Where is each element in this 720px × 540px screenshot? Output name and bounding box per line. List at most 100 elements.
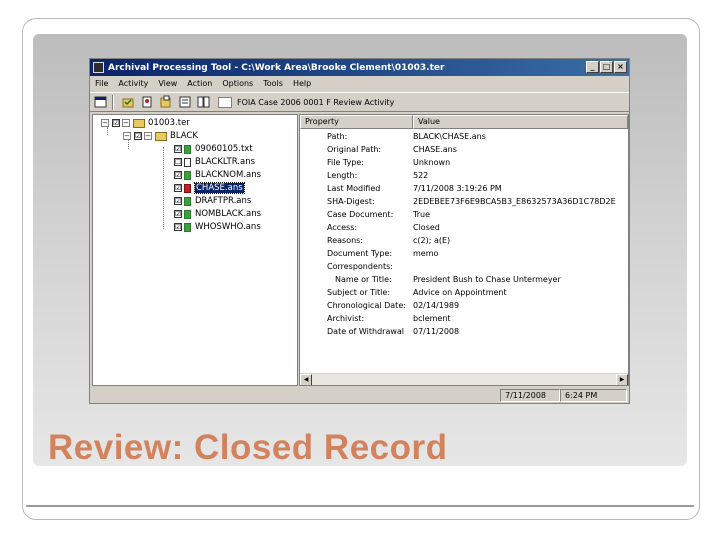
- property-value: 2EDEBEE73F6E9BCA5B3_E8632573A36D1C78D2E: [413, 197, 616, 206]
- property-value: Advice on Appointment: [413, 288, 507, 297]
- tree-file[interactable]: ☑ NOMBLACK.ans: [174, 208, 261, 220]
- properties-pane: Property Value Path: BLACK\CHASE.ans Orig…: [299, 114, 629, 386]
- checkbox[interactable]: ☑: [134, 132, 142, 140]
- tree-file[interactable]: ☑ DRAFTPR.ans: [174, 195, 251, 207]
- checkbox[interactable]: ☑: [174, 145, 182, 153]
- horizontal-scrollbar[interactable]: ◀ ▶: [300, 373, 628, 385]
- property-key: SHA-Digest:: [327, 197, 375, 206]
- tag-tool-button[interactable]: [158, 94, 174, 110]
- checkbox[interactable]: ☐: [174, 158, 182, 166]
- window-controls: _ □ ×: [586, 61, 627, 73]
- property-value: memo: [413, 249, 439, 258]
- checkbox[interactable]: ☑: [174, 210, 182, 218]
- property-key: File Type:: [327, 158, 364, 167]
- checkbox[interactable]: ☑: [112, 119, 120, 127]
- property-value: Unknown: [413, 158, 451, 167]
- status-bar: 7/11/2008 6:24 PM: [90, 387, 629, 403]
- checkbox[interactable]: ☑: [174, 171, 182, 179]
- property-row: Chronological Date: 02/14/1989: [300, 301, 628, 314]
- status-date: 7/11/2008: [500, 388, 560, 402]
- document-icon: [184, 196, 191, 206]
- scroll-left-icon[interactable]: ◀: [300, 373, 312, 385]
- folder-icon: [133, 118, 145, 128]
- properties-tool-button[interactable]: [93, 94, 109, 110]
- case-field: FOIA Case 2006 0001 F Review Activity: [218, 95, 428, 109]
- property-key: Date of Withdrawal: [327, 327, 405, 336]
- property-key: Case Document:: [327, 210, 394, 219]
- tree-file[interactable]: ☑ 09060105.txt: [174, 143, 253, 155]
- property-row: Original Path: CHASE.ans: [300, 145, 628, 158]
- document-icon: [184, 222, 191, 232]
- file-tree-pane: − ☑ − 01003.ter − ☑ − BLACK ☑ 09060105.t…: [92, 114, 298, 386]
- tree-file[interactable]: ☐ BLACKLTR.ans: [174, 156, 255, 168]
- property-value: 02/14/1989: [413, 301, 460, 310]
- property-row: Reasons: c(2); a(E): [300, 236, 628, 249]
- maximize-button[interactable]: □: [600, 61, 613, 73]
- open-tool-button[interactable]: [120, 94, 136, 110]
- collapse-icon[interactable]: −: [122, 119, 130, 127]
- property-row: Subject or Title: Advice on Appointment: [300, 288, 628, 301]
- tree-file-selected[interactable]: ☑ CHASE.ans: [174, 182, 245, 194]
- collapse-icon[interactable]: −: [144, 132, 152, 140]
- review-icon: [142, 96, 152, 108]
- report-icon: [179, 96, 191, 108]
- toolbar-separator: [112, 94, 114, 110]
- tree-file-label: WHOSWHO.ans: [195, 222, 261, 232]
- property-row: Name or Title: President Bush to Chase Un…: [300, 275, 628, 288]
- menu-action[interactable]: Action: [182, 79, 217, 88]
- tree-file-label: DRAFTPR.ans: [195, 196, 252, 206]
- properties-icon: [94, 96, 107, 108]
- minimize-button[interactable]: _: [586, 61, 599, 73]
- list-tool-button[interactable]: [196, 94, 212, 110]
- tree-file[interactable]: ☑ BLACKNOM.ans: [174, 169, 261, 181]
- column-header-property[interactable]: Property: [300, 115, 413, 129]
- property-key: Chronological Date:: [327, 301, 406, 310]
- column-header-value[interactable]: Value: [413, 115, 628, 129]
- tree-file-label: 09060105.txt: [195, 144, 253, 154]
- tag-icon: [160, 95, 171, 108]
- menu-activity[interactable]: Activity: [113, 79, 153, 88]
- collapse-icon[interactable]: −: [101, 119, 109, 127]
- property-key: Reasons:: [327, 236, 364, 245]
- document-icon: [184, 157, 191, 167]
- property-row: Path: BLACK\CHASE.ans: [300, 132, 628, 145]
- menu-options[interactable]: Options: [217, 79, 258, 88]
- property-row: Length: 522: [300, 171, 628, 184]
- case-box-icon: [218, 96, 232, 108]
- property-row: Document Type: memo: [300, 249, 628, 262]
- report-tool-button[interactable]: [177, 94, 193, 110]
- tree-folder-black[interactable]: − ☑ − BLACK: [123, 130, 198, 142]
- close-button[interactable]: ×: [614, 61, 627, 73]
- menu-tools[interactable]: Tools: [258, 79, 288, 88]
- checkbox[interactable]: ☑: [174, 184, 182, 192]
- folder-check-icon: [122, 98, 134, 108]
- property-key: Archivist:: [327, 314, 365, 323]
- tree-file-label: BLACKLTR.ans: [195, 157, 256, 167]
- property-key: Access:: [327, 223, 358, 232]
- slide-bottom-decoration: [26, 505, 694, 513]
- scroll-right-icon[interactable]: ▶: [616, 373, 628, 385]
- toolbar: FOIA Case 2006 0001 F Review Activity: [90, 92, 629, 112]
- property-row: Case Document: True: [300, 210, 628, 223]
- tree-file-label: NOMBLACK.ans: [195, 209, 262, 219]
- collapse-icon[interactable]: −: [123, 132, 131, 140]
- review-tool-button[interactable]: [139, 94, 155, 110]
- property-value: c(2); a(E): [413, 236, 451, 245]
- property-row: Correspondents:: [300, 262, 628, 275]
- property-value: True: [413, 210, 430, 219]
- menu-view[interactable]: View: [153, 79, 182, 88]
- property-value: BLACK\CHASE.ans: [413, 132, 486, 141]
- tree-root[interactable]: − ☑ − 01003.ter: [101, 117, 190, 129]
- status-message: [90, 389, 500, 402]
- checkbox[interactable]: ☑: [174, 197, 182, 205]
- menu-file[interactable]: File: [90, 79, 113, 88]
- property-value: Closed: [413, 223, 440, 232]
- tree-file-label: CHASE.ans: [194, 182, 245, 194]
- menu-help[interactable]: Help: [288, 79, 316, 88]
- property-key: Document Type:: [327, 249, 393, 258]
- slide-title: Review: Closed Record: [48, 428, 448, 467]
- checkbox[interactable]: ☑: [174, 223, 182, 231]
- property-value: [413, 262, 628, 275]
- tree-file[interactable]: ☑ WHOSWHO.ans: [174, 221, 261, 233]
- property-row: Access: Closed: [300, 223, 628, 236]
